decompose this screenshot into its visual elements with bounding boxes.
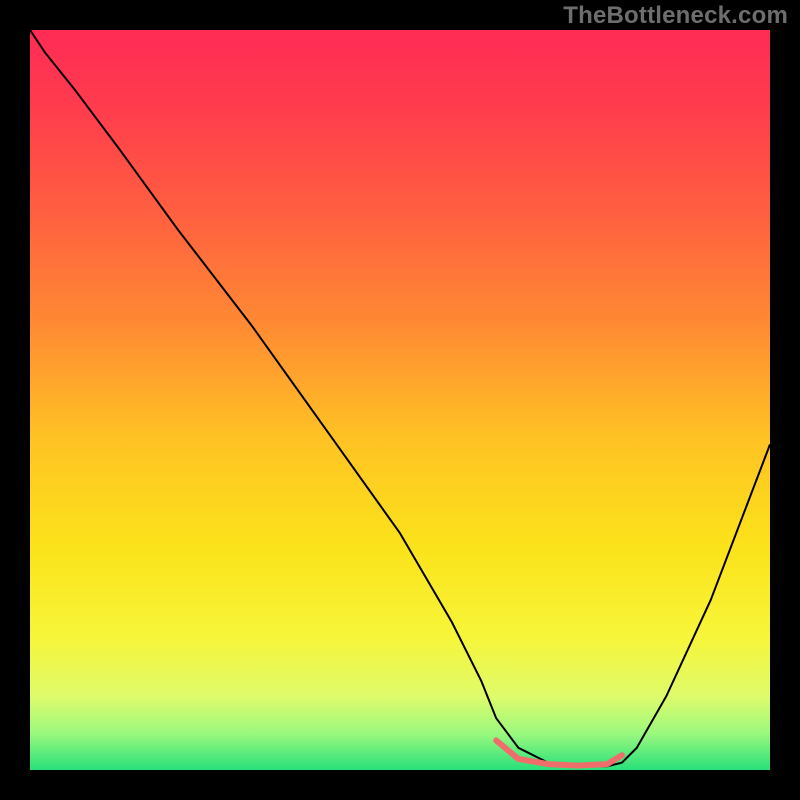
gradient-background [30,30,770,770]
chart-container: TheBottleneck.com [0,0,800,800]
chart-svg [30,30,770,770]
plot-area [30,30,770,770]
watermark-text: TheBottleneck.com [563,2,788,30]
